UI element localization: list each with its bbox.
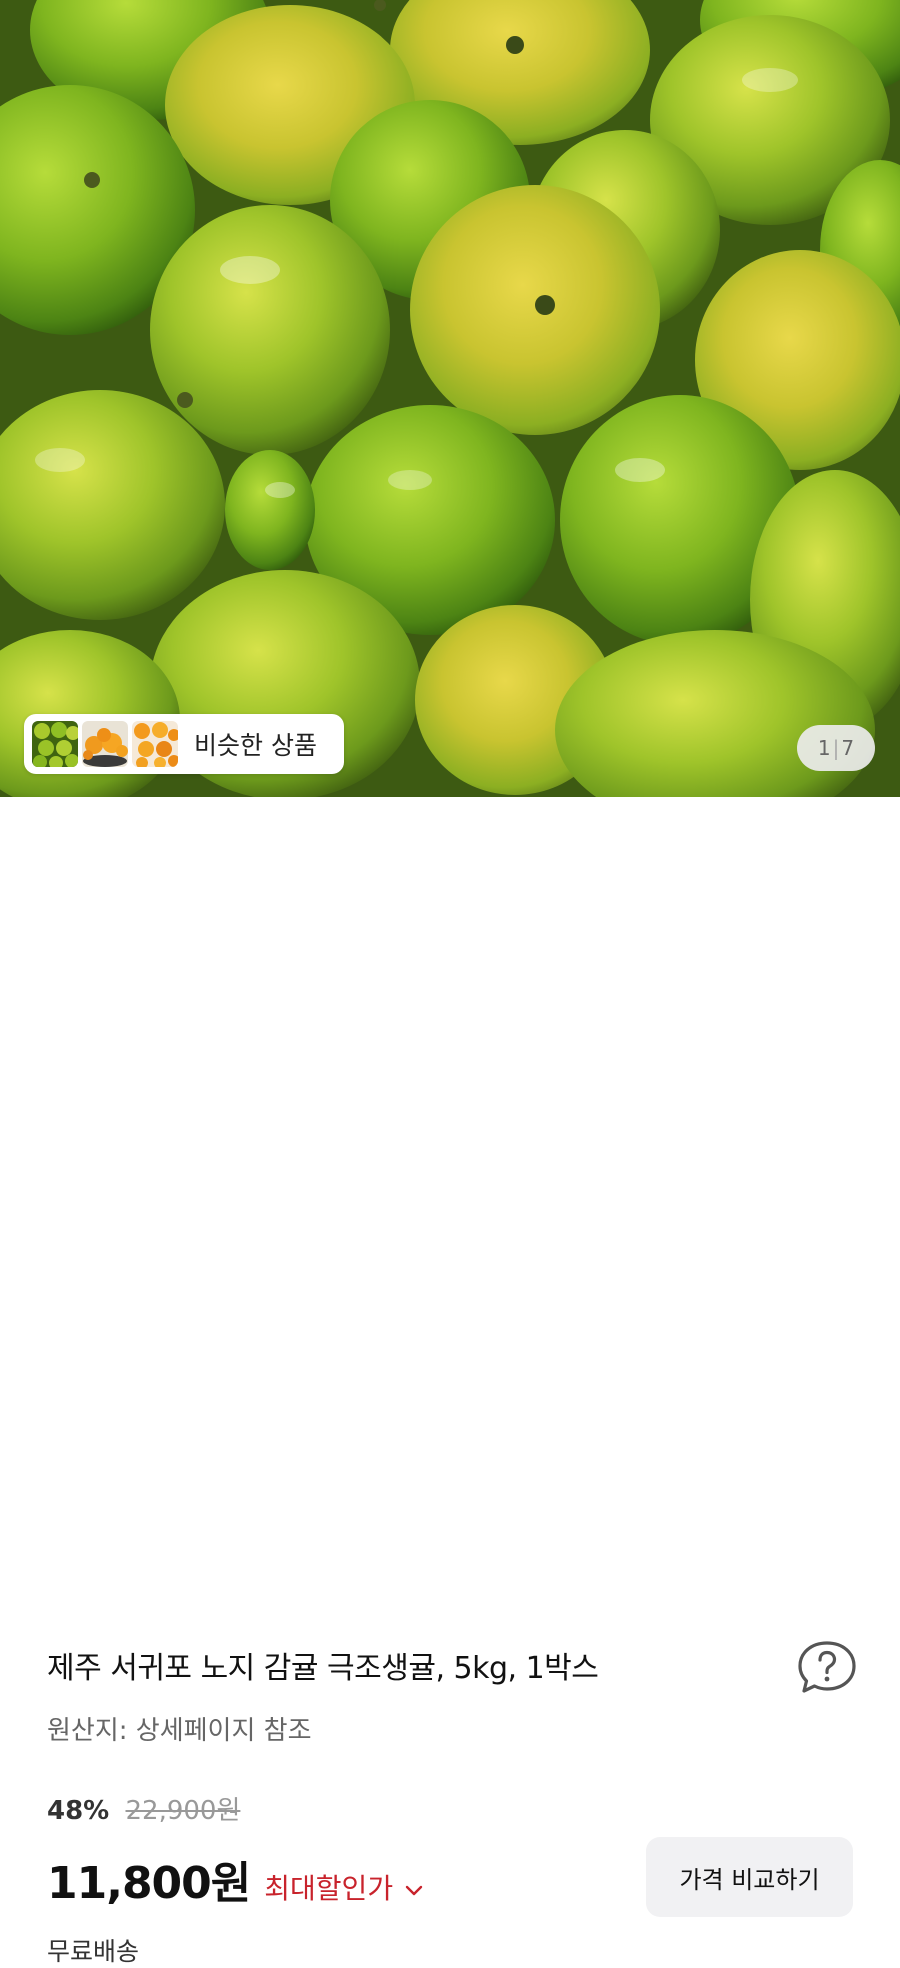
product-info: 제주 서귀포 노지 감귤 극조생귤, 5kg, 1박스 원산지: 상세페이지 참… bbox=[0, 797, 900, 1966]
discount-rate: 48% bbox=[47, 1796, 110, 1826]
similar-thumb-2 bbox=[82, 721, 128, 767]
sale-price: 11,800원 bbox=[47, 1858, 251, 1909]
original-price: 22,900원 bbox=[125, 1796, 241, 1826]
chevron-down-icon bbox=[405, 1871, 423, 1904]
similar-thumb-3 bbox=[132, 721, 178, 767]
shipping-info: 무료배송 bbox=[47, 1937, 140, 1966]
compare-prices-button[interactable]: 가격 비교하기 bbox=[646, 1837, 853, 1917]
price-row: 11,800원 최대할인가 bbox=[47, 1847, 423, 1911]
question-bubble-icon bbox=[798, 1641, 856, 1693]
similar-thumb-1 bbox=[32, 721, 78, 767]
similar-products-label: 비슷한 상품 bbox=[194, 731, 317, 760]
discount-row: 48% 22,900원 bbox=[47, 1790, 240, 1827]
similar-products-button[interactable]: 비슷한 상품 bbox=[24, 714, 344, 774]
page-total: 7 bbox=[841, 736, 855, 760]
page-separator: | bbox=[832, 736, 840, 760]
origin-text: 원산지: 상세페이지 참조 bbox=[47, 1716, 312, 1746]
product-image-carousel[interactable]: 비슷한 상품 1 | 7 bbox=[0, 0, 900, 797]
page-current: 1 bbox=[817, 736, 831, 760]
product-photo bbox=[0, 0, 900, 797]
max-discount-label: 최대할인가 bbox=[264, 1872, 394, 1905]
help-button[interactable] bbox=[797, 1640, 857, 1694]
product-title: 제주 서귀포 노지 감귤 극조생귤, 5kg, 1박스 bbox=[47, 1651, 599, 1686]
image-page-counter: 1 | 7 bbox=[797, 725, 875, 771]
max-discount-toggle[interactable]: 최대할인가 bbox=[264, 1867, 423, 1907]
